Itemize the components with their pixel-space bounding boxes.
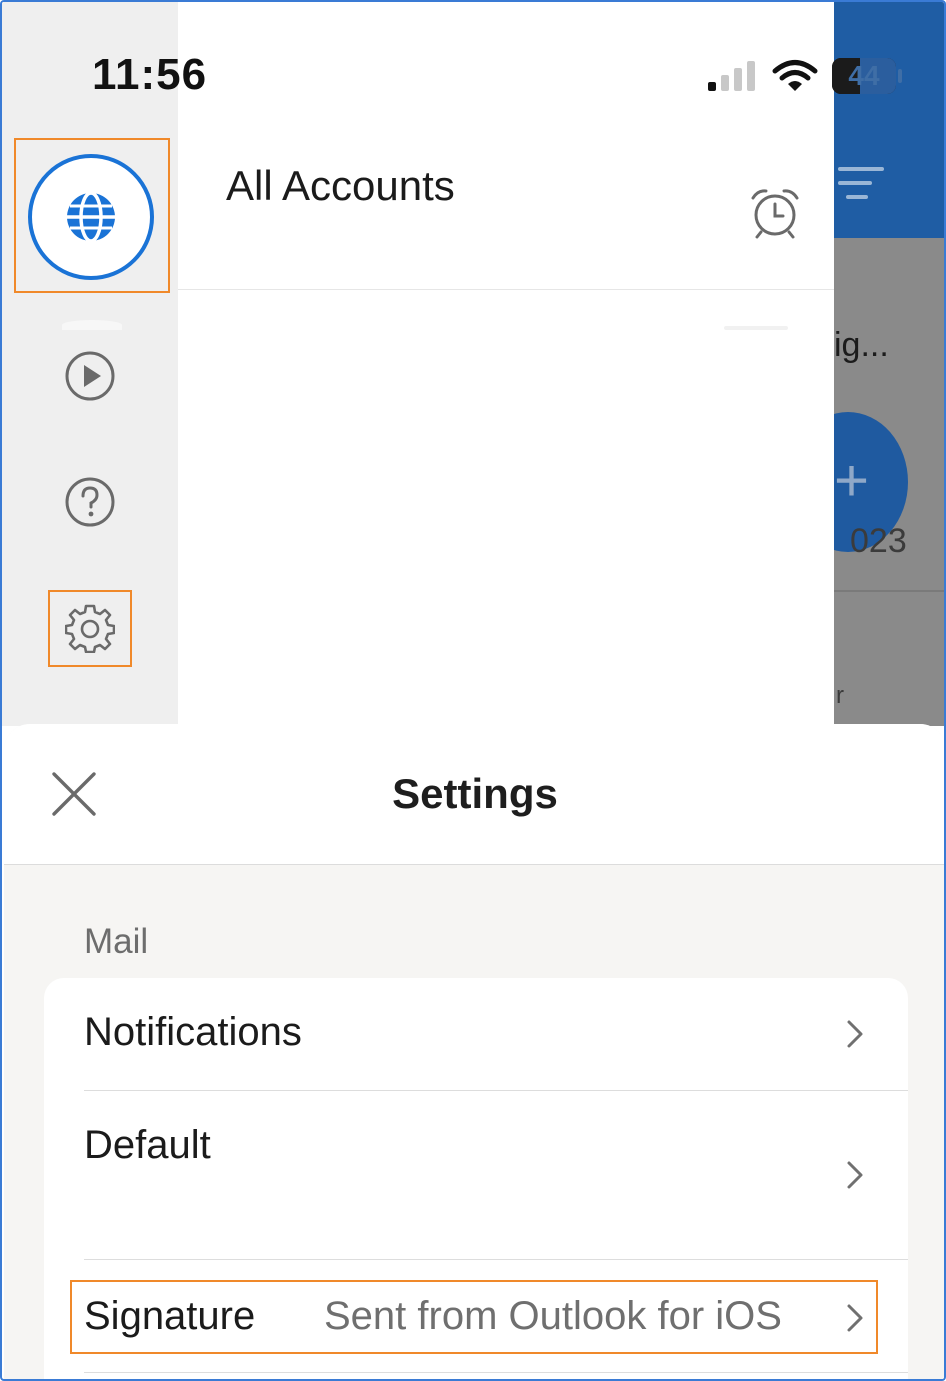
- settings-row-notifications[interactable]: Notifications: [44, 978, 908, 1090]
- globe-icon: [67, 191, 115, 243]
- gear-icon[interactable]: [65, 603, 115, 653]
- alarm-clock-icon[interactable]: [748, 186, 802, 240]
- mail-preview-snippet: ig...: [834, 326, 889, 364]
- status-time: 11:56: [92, 50, 208, 99]
- chevron-right-icon: [847, 1161, 863, 1189]
- wifi-icon: [772, 60, 818, 91]
- accounts-drawer: [178, 2, 834, 726]
- signature-highlight-box: [70, 1280, 878, 1354]
- mail-preview-extra: r: [836, 682, 844, 709]
- row-divider: [84, 1372, 908, 1373]
- settings-header: Settings: [4, 724, 944, 865]
- cellular-signal-icon: [708, 61, 755, 91]
- battery-level: 44: [848, 60, 880, 91]
- screen-frame: ig... + 023 r All Accounts 11:56 44 Sett…: [0, 0, 946, 1381]
- chevron-right-icon: [847, 1020, 863, 1048]
- help-icon[interactable]: [64, 476, 116, 528]
- sidebar-scroll-indicator: [62, 320, 122, 330]
- battery-tip: [898, 69, 902, 83]
- filter-menu-icon[interactable]: [838, 167, 884, 203]
- mail-preview-date: 023: [850, 522, 907, 560]
- drawer-tab-indicator: [724, 326, 788, 330]
- settings-title: Settings: [392, 770, 558, 817]
- settings-row-default[interactable]: Default: [44, 1091, 908, 1258]
- drawer-title: All Accounts: [226, 162, 455, 209]
- settings-sheet: Settings Mail Notifications Default Sign…: [4, 724, 944, 1379]
- battery-icon: 44: [832, 58, 896, 94]
- section-label-mail: Mail: [84, 922, 149, 961]
- list-divider: [832, 590, 944, 592]
- play-icon[interactable]: [64, 350, 116, 402]
- drawer-divider: [178, 289, 834, 290]
- settings-row-label: Notifications: [84, 1010, 302, 1054]
- all-accounts-button[interactable]: [28, 154, 154, 280]
- background-app: ig... + 023 r All Accounts 11:56 44: [2, 2, 944, 726]
- compose-plus-icon: +: [834, 447, 870, 514]
- settings-row-label: Default: [84, 1123, 211, 1167]
